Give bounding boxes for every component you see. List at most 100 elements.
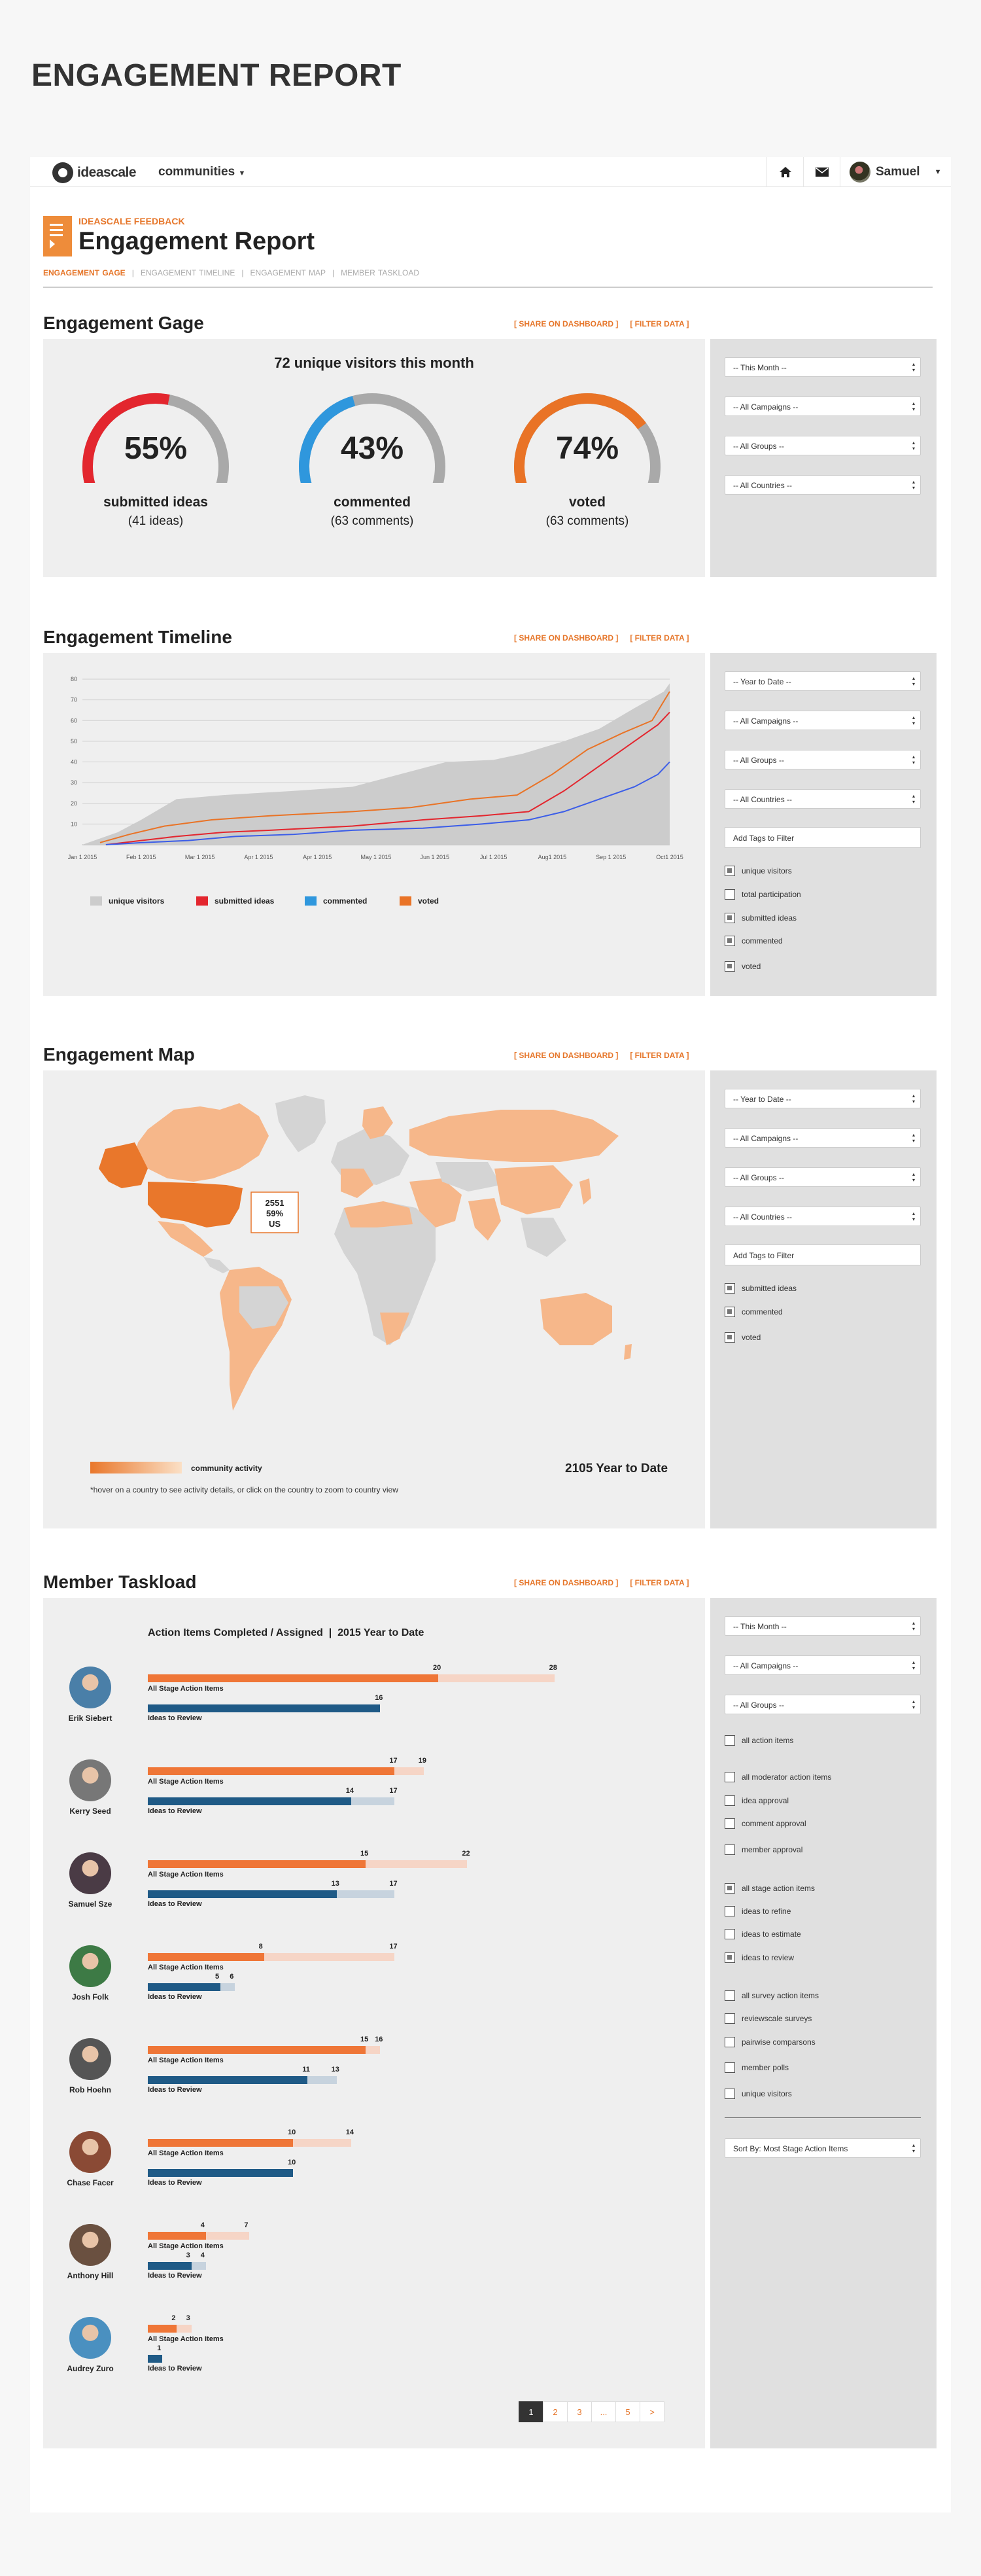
checkbox-box[interactable]: [725, 1772, 735, 1782]
time-range-select[interactable]: -- Year to Date --: [725, 671, 921, 691]
checkbox-box[interactable]: [725, 1332, 735, 1343]
checkbox-commented[interactable]: commented: [725, 1307, 783, 1317]
member-avatar[interactable]: [69, 2317, 111, 2359]
country-select[interactable]: -- All Countries --: [725, 789, 921, 809]
checkbox-box[interactable]: [725, 1307, 735, 1317]
checkbox-total-participation[interactable]: total participation: [725, 889, 801, 900]
checkbox-box[interactable]: [725, 1735, 735, 1746]
home-button[interactable]: [766, 157, 803, 187]
group-select[interactable]: -- All Groups --: [725, 750, 921, 769]
user-menu[interactable]: Samuel ▼: [840, 157, 951, 187]
review-label: Ideas to Review: [148, 1714, 202, 1722]
legend-item: commented: [305, 896, 367, 906]
member-avatar[interactable]: [69, 2224, 111, 2266]
brand-logo[interactable]: ideascale: [52, 162, 137, 183]
checkbox-reviewscale-surveys[interactable]: reviewscale surveys: [725, 2013, 812, 2024]
checkbox-unique-visitors[interactable]: unique visitors: [725, 866, 792, 876]
share-on-dashboard-link[interactable]: [ SHARE ON DASHBOARD ]: [514, 633, 618, 643]
country-select[interactable]: -- All Countries --: [725, 475, 921, 495]
checkbox-unique-visitors[interactable]: unique visitors: [725, 2089, 792, 2099]
checkbox-commented[interactable]: commented: [725, 936, 783, 946]
crumb-engagement-gage[interactable]: ENGAGEMENT GAGE: [43, 268, 126, 277]
checkbox-all-moderator-action-items[interactable]: all moderator action items: [725, 1772, 831, 1782]
checkbox-box[interactable]: [725, 1952, 735, 1963]
member-avatar[interactable]: [69, 2038, 111, 2080]
checkbox-box[interactable]: [725, 2013, 735, 2024]
filter-data-link[interactable]: [ FILTER DATA ]: [630, 319, 689, 328]
checkbox-ideas-to-review[interactable]: ideas to review: [725, 1952, 794, 1963]
checkbox-member-approval[interactable]: member approval: [725, 1844, 802, 1855]
tag-filter-input[interactable]: Add Tags to Filter: [725, 827, 921, 848]
time-range-select[interactable]: -- This Month --: [725, 1616, 921, 1636]
time-range-select[interactable]: -- Year to Date --: [725, 1089, 921, 1108]
action-items-completed-value: 15: [360, 1850, 369, 1858]
next-page-button[interactable]: >: [640, 2401, 664, 2422]
group-select[interactable]: -- All Groups --: [725, 1167, 921, 1187]
checkbox-box[interactable]: [725, 1795, 735, 1806]
member-avatar[interactable]: [69, 2131, 111, 2173]
page-1-button[interactable]: 1: [519, 2401, 543, 2422]
tag-filter-input[interactable]: Add Tags to Filter: [725, 1244, 921, 1265]
crumb-engagement-timeline[interactable]: ENGAGEMENT TIMELINE: [141, 268, 235, 277]
checkbox-all-stage-action-items[interactable]: all stage action items: [725, 1883, 815, 1894]
page-5-button[interactable]: 5: [615, 2401, 640, 2422]
share-on-dashboard-link[interactable]: [ SHARE ON DASHBOARD ]: [514, 1578, 618, 1587]
checkbox-member-polls[interactable]: member polls: [725, 2062, 789, 2073]
checkbox-submitted-ideas[interactable]: submitted ideas: [725, 913, 797, 923]
checkbox-box[interactable]: [725, 1906, 735, 1916]
checkbox-box[interactable]: [725, 936, 735, 946]
checkbox-submitted-ideas[interactable]: submitted ideas: [725, 1283, 797, 1294]
checkbox-box[interactable]: [725, 913, 735, 923]
checkbox-box[interactable]: [725, 1883, 735, 1894]
checkbox-box[interactable]: [725, 961, 735, 972]
page-3-button[interactable]: 3: [567, 2401, 592, 2422]
communities-menu[interactable]: communities ▼: [158, 165, 245, 179]
checkbox-idea-approval[interactable]: idea approval: [725, 1795, 789, 1806]
checkbox-box[interactable]: [725, 2037, 735, 2047]
crumb-engagement-map[interactable]: ENGAGEMENT MAP: [250, 268, 326, 277]
country-select[interactable]: -- All Countries --: [725, 1207, 921, 1226]
checkbox-box[interactable]: [725, 1929, 735, 1939]
page-2-button[interactable]: 2: [543, 2401, 568, 2422]
checkbox-ideas-to-estimate[interactable]: ideas to estimate: [725, 1929, 801, 1939]
checkbox-box[interactable]: [725, 1990, 735, 2001]
campaign-select[interactable]: -- All Campaigns --: [725, 711, 921, 730]
share-on-dashboard-link[interactable]: [ SHARE ON DASHBOARD ]: [514, 319, 618, 328]
checkbox-box[interactable]: [725, 2062, 735, 2073]
action-items-label: All Stage Action Items: [148, 1964, 224, 1971]
activity-scale-bar: [90, 1462, 182, 1473]
world-map[interactable]: 2551 59% US: [43, 1070, 705, 1437]
checkbox-box[interactable]: [725, 866, 735, 876]
group-select[interactable]: -- All Groups --: [725, 1695, 921, 1714]
checkbox-box[interactable]: [725, 889, 735, 900]
filter-data-link[interactable]: [ FILTER DATA ]: [630, 1051, 689, 1060]
checkbox-voted[interactable]: voted: [725, 961, 761, 972]
crumb-member-taskload[interactable]: MEMBER TASKLOAD: [341, 268, 419, 277]
filter-data-link[interactable]: [ FILTER DATA ]: [630, 1578, 689, 1587]
checkbox-pairwise-comparsons[interactable]: pairwise comparsons: [725, 2037, 816, 2047]
checkbox-all-action-items[interactable]: all action items: [725, 1735, 793, 1746]
share-on-dashboard-link[interactable]: [ SHARE ON DASHBOARD ]: [514, 1051, 618, 1060]
checkbox-box[interactable]: [725, 1844, 735, 1855]
checkbox-voted[interactable]: voted: [725, 1332, 761, 1343]
messages-button[interactable]: [803, 157, 840, 187]
sort-select[interactable]: Sort By: Most Stage Action Items: [725, 2138, 921, 2158]
member-avatar[interactable]: [69, 1759, 111, 1801]
checkbox-comment-approval[interactable]: comment approval: [725, 1818, 806, 1829]
action-items-label: All Stage Action Items: [148, 1871, 224, 1879]
campaign-select[interactable]: -- All Campaigns --: [725, 1128, 921, 1148]
member-avatar[interactable]: [69, 1667, 111, 1708]
checkbox-all-survey-action-items[interactable]: all survey action items: [725, 1990, 819, 2001]
time-range-select[interactable]: -- This Month --: [725, 357, 921, 377]
checkbox-box[interactable]: [725, 1818, 735, 1829]
member-avatar[interactable]: [69, 1945, 111, 1987]
member-avatar[interactable]: [69, 1852, 111, 1894]
campaign-select[interactable]: -- All Campaigns --: [725, 1655, 921, 1675]
checkbox-ideas-to-refine[interactable]: ideas to refine: [725, 1906, 791, 1916]
group-select[interactable]: -- All Groups --: [725, 436, 921, 455]
checkbox-box[interactable]: [725, 2089, 735, 2099]
checkbox-box[interactable]: [725, 1283, 735, 1294]
section-title: Member Taskload: [43, 1572, 197, 1592]
campaign-select[interactable]: -- All Campaigns --: [725, 397, 921, 416]
filter-data-link[interactable]: [ FILTER DATA ]: [630, 633, 689, 643]
